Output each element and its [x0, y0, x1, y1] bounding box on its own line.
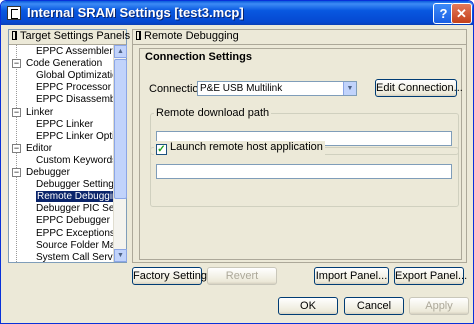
tree-item[interactable]: Editor [26, 143, 52, 155]
tree-item-label: Editor [26, 142, 53, 154]
connection-settings-group: Connection Settings Connection: P&E USB … [139, 48, 463, 260]
connection-select[interactable]: P&E USB Multilink ▼ [197, 81, 357, 96]
launch-remote-field[interactable] [156, 164, 452, 179]
factory-settings-button[interactable]: Factory Settings [132, 267, 212, 285]
edit-connection-button[interactable]: Edit Connection... [375, 79, 463, 97]
tree-item-label: System Call Servic... [36, 251, 113, 262]
tree-item-label: Code Generation [26, 58, 103, 70]
tree-item-label: EPPC Debugger S... [36, 215, 113, 227]
connection-value: P&E USB Multilink [200, 83, 283, 94]
tree-item-label: Custom Keywords [36, 154, 113, 166]
tree-item[interactable]: EPPC Linker Optimi... [36, 131, 113, 143]
tree-item[interactable]: EPPC Linker [36, 119, 93, 131]
tree-item-label: Remote Debugging [36, 191, 113, 203]
tree-item[interactable]: System Call Servic... [36, 252, 113, 262]
launch-remote-group: ✓ Launch remote host application [150, 141, 459, 207]
tree-item-label: EPPC Linker Optimi... [36, 130, 113, 142]
apply-button[interactable]: Apply [409, 297, 469, 315]
group-title: Connection Settings [145, 51, 252, 63]
tree-item-label: Linker [26, 106, 54, 118]
settings-tree: Target Settings Panels EPPC Assembler Cod… [8, 29, 130, 263]
tree-item-label: EPPC Exceptions [36, 227, 113, 239]
tree-item-label: EPPC Disassembler [36, 94, 113, 106]
tree-item[interactable]: Debugger Settings [36, 179, 113, 191]
tree-scrollbar[interactable]: ▲ ▼ [113, 45, 127, 262]
tree-connector-line [16, 45, 17, 262]
tree-item[interactable]: EPPC Assembler [36, 46, 113, 58]
tree-item-label: EPPC Processor [36, 82, 112, 94]
tree-item[interactable]: Custom Keywords [36, 155, 113, 167]
settings-dialog: Internal SRAM Settings [test3.mcp] ? ✕ T… [0, 0, 474, 324]
remote-download-label: Remote download path [154, 107, 272, 119]
cancel-button[interactable]: Cancel [344, 297, 404, 315]
tree-item[interactable]: Debugger [26, 167, 70, 179]
scroll-down-icon[interactable]: ▼ [114, 249, 127, 262]
panel-icon [136, 31, 141, 40]
tree-item[interactable]: EPPC Debugger S... [36, 215, 113, 227]
tree-header: Target Settings Panels [9, 30, 130, 45]
collapse-icon[interactable]: − [12, 59, 21, 69]
tree-item[interactable]: Linker [26, 107, 53, 119]
panel-header-label: Remote Debugging [144, 30, 239, 42]
tree-item[interactable]: EPPC Processor [36, 82, 111, 94]
tree-item-label: Debugger Settings [36, 179, 113, 191]
tree-item[interactable]: EPPC Disassembler [36, 94, 113, 106]
revert-button[interactable]: Revert [207, 267, 277, 285]
tree-item[interactable]: Source Folder Map... [36, 240, 113, 252]
panel-header: Remote Debugging [133, 30, 466, 45]
panel-icon [12, 31, 17, 40]
tree-list: EPPC Assembler Code Generation − Global Opt… [9, 45, 113, 262]
ok-button[interactable]: OK [278, 297, 338, 315]
tree-item[interactable]: Code Generation [26, 58, 102, 70]
tree-item-label: Source Folder Map... [36, 239, 113, 251]
collapse-icon[interactable]: − [12, 143, 21, 153]
close-button[interactable]: ✕ [451, 3, 472, 24]
collapse-icon[interactable]: − [12, 107, 21, 117]
launch-remote-checkbox[interactable]: ✓ [156, 144, 167, 155]
launch-remote-label: Launch remote host application [170, 141, 323, 153]
tree-item-label: EPPC Assembler [36, 46, 113, 57]
tree-item[interactable]: Remote Debugging [36, 191, 113, 203]
app-icon [7, 6, 21, 20]
tree-header-label: Target Settings Panels [20, 30, 131, 42]
tree-item[interactable]: Debugger PIC Setti... [36, 203, 113, 215]
import-panel-button[interactable]: Import Panel... [314, 267, 389, 285]
scroll-up-icon[interactable]: ▲ [114, 45, 127, 58]
window-title: Internal SRAM Settings [test3.mcp] [27, 5, 244, 20]
export-panel-button[interactable]: Export Panel... [394, 267, 467, 285]
tree-item[interactable]: Global Optimizations [36, 70, 113, 82]
tree-item-label: EPPC Linker [36, 118, 94, 130]
launch-remote-title: ✓ Launch remote host application [154, 141, 325, 155]
title-bar[interactable]: Internal SRAM Settings [test3.mcp] ? ✕ [1, 1, 473, 25]
tree-item-label: Global Optimizations [36, 70, 113, 82]
collapse-icon[interactable]: − [12, 168, 21, 177]
tree-item-label: Debugger [26, 167, 70, 178]
tree-item-label: Debugger PIC Setti... [36, 203, 113, 215]
scroll-thumb[interactable] [114, 59, 127, 199]
settings-panel: Remote Debugging Connection Settings Con… [132, 29, 467, 263]
tree-item[interactable]: EPPC Exceptions [36, 228, 113, 240]
chevron-down-icon[interactable]: ▼ [343, 82, 356, 95]
